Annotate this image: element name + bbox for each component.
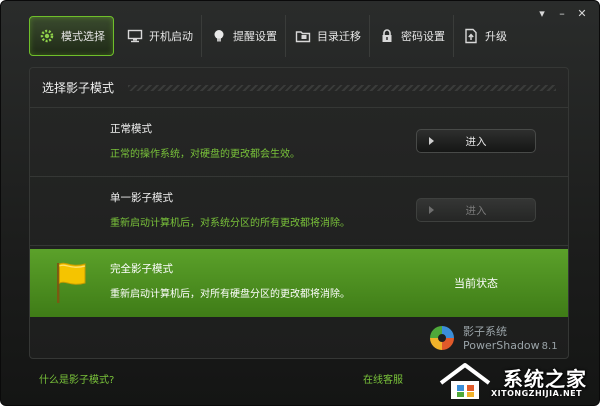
flag-icon xyxy=(54,261,88,309)
powershadow-logo-icon xyxy=(430,326,454,350)
tab-password[interactable]: 密码设置 xyxy=(370,15,454,57)
play-arrow-icon xyxy=(429,206,434,214)
brand-logo: 影子系统 PowerShadow 8.1 xyxy=(427,323,558,357)
tab-label: 密码设置 xyxy=(401,30,445,43)
current-status-label: 当前状态 xyxy=(454,277,498,290)
tab-label: 提醒设置 xyxy=(233,30,277,43)
product-name: PowerShadow xyxy=(463,339,540,352)
button-label: 进入 xyxy=(465,135,487,148)
watermark-url: XITONGZHIJIA.NET xyxy=(491,389,583,398)
menu-dropdown-button[interactable]: ▾ xyxy=(533,7,551,21)
watermark-text: 系统之家 xyxy=(503,367,587,391)
main-toolbar: 模式选择 开机启动 提醒设置 目录迁移 密码设置 升级 xyxy=(29,15,515,57)
mode-description: 正常的操作系统，对硬盘的更改都会生效。 xyxy=(110,149,300,160)
tab-reminder[interactable]: 提醒设置 xyxy=(202,15,286,57)
product-version: 8.1 xyxy=(541,341,558,352)
brand-product: PowerShadow 8.1 xyxy=(463,339,558,352)
mode-description: 重新启动计算机后，对系统分区的所有更改都将消除。 xyxy=(110,218,350,229)
online-support-link[interactable]: 在线客服 xyxy=(363,371,403,386)
enter-single-shadow-button[interactable]: 进入 xyxy=(416,198,536,222)
mode-title: 完全影子模式 xyxy=(110,263,173,275)
mode-full-shadow[interactable]: 完全影子模式 重新启动计算机后，对所有硬盘分区的更改都将消除。 当前状态 xyxy=(30,249,568,317)
mode-description: 重新启动计算机后，对所有硬盘分区的更改都将消除。 xyxy=(110,289,350,300)
house-logo-icon xyxy=(439,363,491,399)
button-label: 进入 xyxy=(465,204,487,217)
mode-single-shadow: 单一影子模式 重新启动计算机后，对系统分区的所有更改都将消除。 进入 xyxy=(30,178,568,246)
panel-header: 选择影子模式 xyxy=(30,68,568,108)
tab-upgrade[interactable]: 升级 xyxy=(454,15,515,57)
monitor-icon xyxy=(126,27,144,45)
help-link[interactable]: 什么是影子模式? xyxy=(39,371,114,386)
lightbulb-icon xyxy=(210,27,228,45)
tab-directory-migrate[interactable]: 目录迁移 xyxy=(286,15,370,57)
tab-label: 升级 xyxy=(485,30,507,43)
tab-mode-select[interactable]: 模式选择 xyxy=(29,16,114,56)
lock-icon xyxy=(378,27,396,45)
mode-title: 正常模式 xyxy=(110,123,152,135)
watermark: 系统之家 XITONGZHIJIA.NET xyxy=(437,361,597,405)
enter-normal-mode-button[interactable]: 进入 xyxy=(416,129,536,153)
upgrade-icon xyxy=(462,27,480,45)
mode-panel: 选择影子模式 正常模式 正常的操作系统，对硬盘的更改都会生效。 进入 单一影子模… xyxy=(29,67,569,359)
play-arrow-icon xyxy=(429,137,434,145)
header-divider xyxy=(128,84,556,91)
mode-normal: 正常模式 正常的操作系统，对硬盘的更改都会生效。 进入 xyxy=(30,109,568,177)
brand-name: 影子系统 xyxy=(463,325,507,338)
app-window: ▾ – ✕ 模式选择 开机启动 提醒设置 目录迁移 密码设置 升级 选择影子模式… xyxy=(0,0,600,406)
gear-icon xyxy=(38,27,56,45)
tab-label: 开机启动 xyxy=(149,30,193,43)
minimize-button[interactable]: – xyxy=(553,7,571,21)
close-button[interactable]: ✕ xyxy=(573,7,591,21)
folder-icon xyxy=(294,27,312,45)
tab-label: 模式选择 xyxy=(61,30,105,43)
tab-startup[interactable]: 开机启动 xyxy=(118,15,202,57)
panel-title: 选择影子模式 xyxy=(42,81,115,95)
window-controls: ▾ – ✕ xyxy=(533,7,591,21)
mode-title: 单一影子模式 xyxy=(110,192,173,204)
tab-label: 目录迁移 xyxy=(317,30,361,43)
